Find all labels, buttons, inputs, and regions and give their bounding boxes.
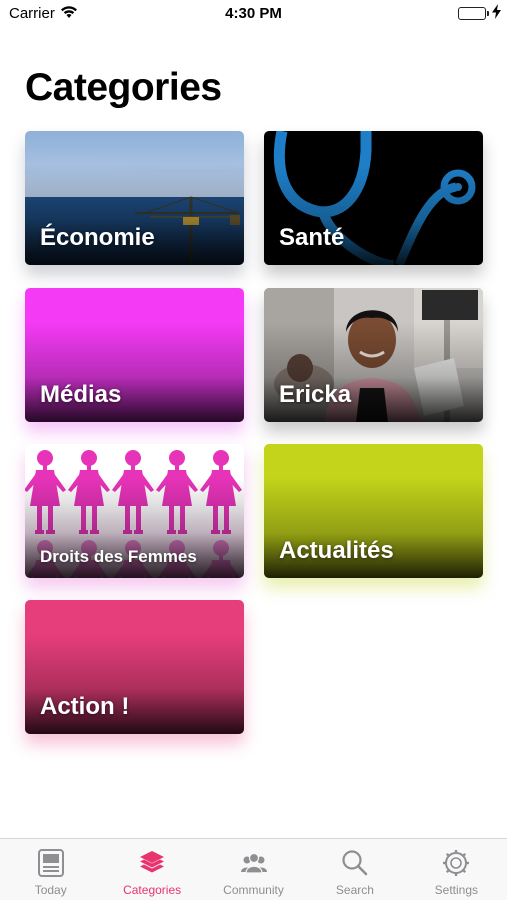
category-card-economie[interactable]: Économie (25, 131, 244, 265)
category-label: Actualités (279, 537, 394, 564)
people-icon (240, 852, 267, 874)
tab-label: Today (34, 883, 67, 897)
charging-bolt-icon (492, 4, 501, 22)
tab-label: Community (223, 883, 284, 897)
gear-icon (443, 850, 470, 876)
category-card-ericka[interactable]: Ericka (264, 288, 483, 422)
battery-tip (487, 11, 489, 16)
category-card-medias[interactable]: Médias (25, 288, 244, 422)
newspaper-icon (37, 849, 64, 877)
tab-settings[interactable]: Settings (406, 839, 507, 900)
tab-label: Settings (434, 883, 478, 897)
category-label: Économie (40, 224, 155, 251)
tab-search[interactable]: Search (304, 839, 405, 900)
tab-bar: Today Categories Community Search Settin… (0, 838, 507, 900)
category-label: Médias (40, 381, 122, 408)
battery-icon (458, 7, 486, 20)
category-card-droits-des-femmes[interactable]: Droits des Femmes (25, 444, 244, 578)
category-card-actualites[interactable]: Actualités (264, 444, 483, 578)
layers-icon (140, 851, 165, 873)
category-card-sante[interactable]: Santé (264, 131, 483, 265)
tab-label: Categories (123, 883, 182, 897)
tab-label: Search (335, 883, 374, 897)
categories-screen: Carrier 4:30 PM Categories Économie Sant… (0, 0, 507, 900)
category-card-action[interactable]: Action ! (25, 600, 244, 734)
status-time: 4:30 PM (225, 5, 282, 22)
magnifier-icon (342, 850, 368, 876)
category-label: Ericka (279, 381, 352, 408)
page-title: Categories (25, 66, 222, 109)
tab-today[interactable]: Today (0, 839, 101, 900)
category-label: Santé (279, 224, 345, 251)
tab-community[interactable]: Community (203, 839, 304, 900)
tab-categories[interactable]: Categories (101, 839, 202, 900)
category-label: Action ! (40, 693, 130, 720)
status-bar: Carrier 4:30 PM (0, 0, 507, 30)
category-label: Droits des Femmes (40, 547, 197, 566)
